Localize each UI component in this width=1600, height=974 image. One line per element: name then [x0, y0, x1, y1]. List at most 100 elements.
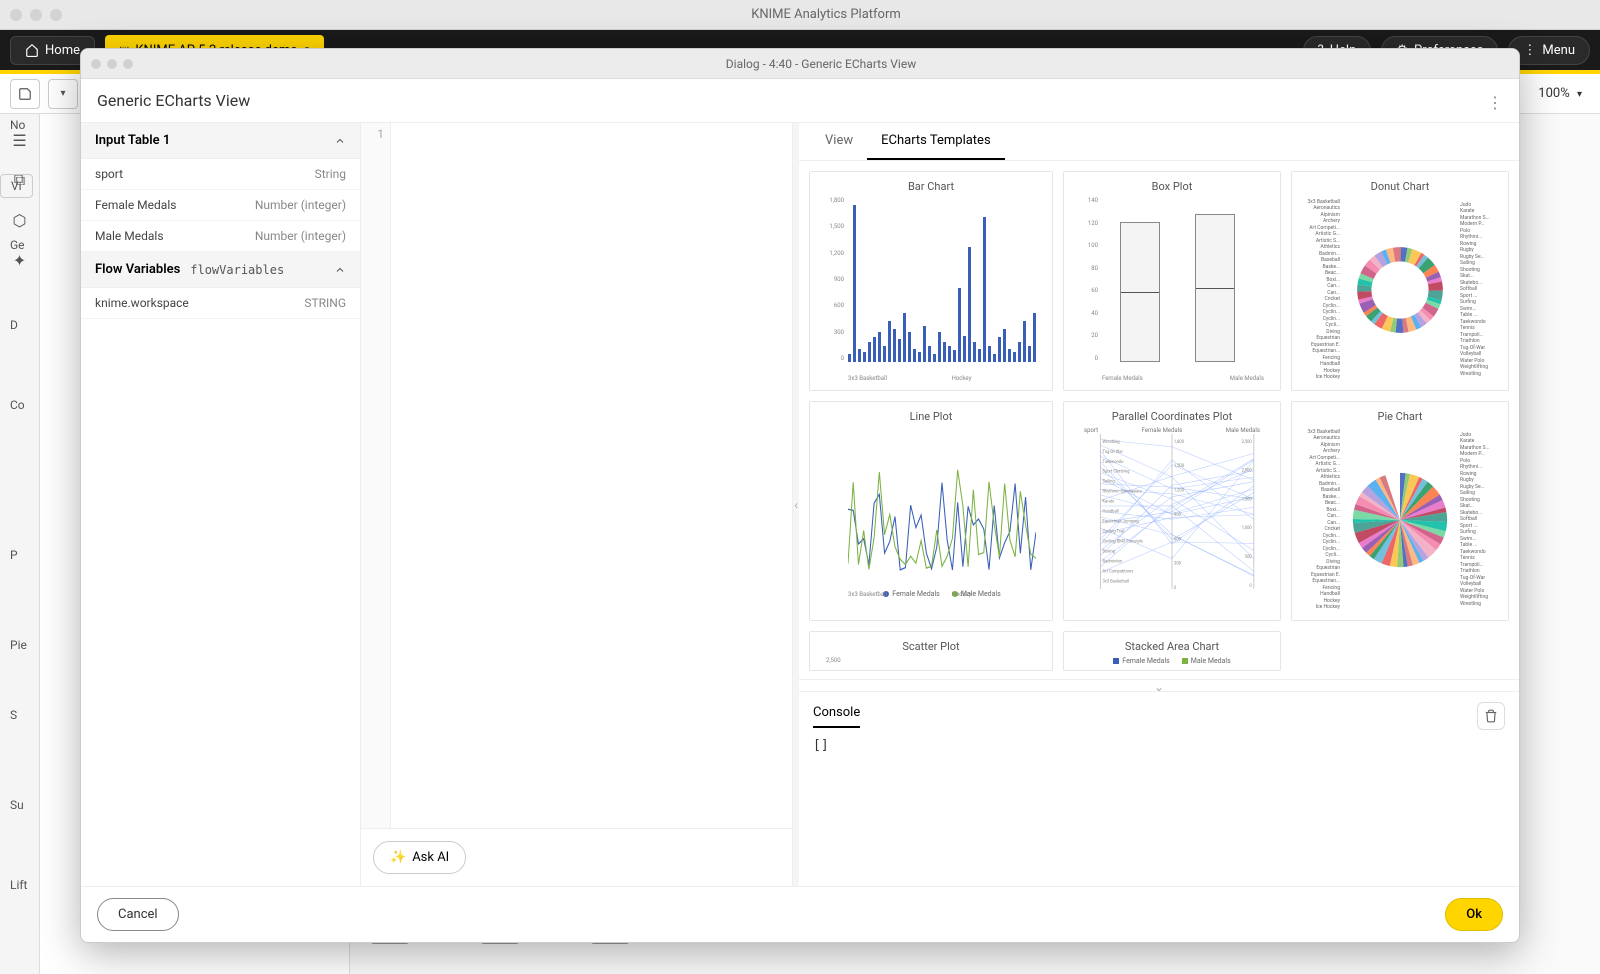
menu-icon: ⋮ — [1523, 43, 1536, 58]
chevron-up-icon — [334, 264, 346, 276]
svg-text:1,500: 1,500 — [1242, 497, 1253, 502]
tab-templates[interactable]: ECharts Templates — [867, 123, 1005, 160]
console-output: [] — [813, 730, 1505, 876]
svg-text:300: 300 — [1174, 562, 1181, 567]
svg-text:Rhythmic Gymnastics: Rhythmic Gymnastics — [1102, 490, 1141, 495]
template-box-plot[interactable]: Box Plot 140120100806040200 Female Medal… — [1063, 171, 1281, 391]
template-scatter-plot[interactable]: Scatter Plot 2,500 — [809, 631, 1053, 671]
svg-text:Karate: Karate — [1102, 500, 1115, 505]
panel-text: P — [0, 544, 28, 566]
dialog-sidebar: Input Table 1 sportStringFemale MedalsNu… — [81, 123, 361, 886]
template-donut-chart[interactable]: Donut Chart 3x3 BasketballAeronauticsAlp… — [1291, 171, 1509, 391]
ok-button[interactable]: Ok — [1445, 898, 1503, 931]
chevron-up-icon — [334, 135, 346, 147]
dialog-close-dot[interactable] — [91, 59, 101, 69]
trash-icon — [1484, 709, 1498, 723]
panel-text: D — [0, 314, 28, 336]
mac-max-dot[interactable] — [50, 9, 62, 21]
svg-text:Cycling Trail: Cycling Trail — [1102, 529, 1124, 534]
svg-text:1,500: 1,500 — [1174, 464, 1185, 469]
svg-text:900: 900 — [1174, 513, 1181, 518]
flow-variables-header[interactable]: Flow Variables flowVariables — [81, 252, 360, 288]
cancel-button[interactable]: Cancel — [97, 898, 179, 931]
code-editor-pane: 1 ✨ Ask AI — [361, 123, 793, 886]
sparkle-icon: ✨ — [390, 850, 406, 865]
panel-text: Pie — [0, 634, 37, 656]
svg-text:1,200: 1,200 — [1174, 488, 1185, 493]
svg-text:Wrestling: Wrestling — [1102, 440, 1120, 445]
mac-close-dot[interactable] — [10, 9, 22, 21]
svg-text:Cycling BMX Freestyle: Cycling BMX Freestyle — [1102, 539, 1143, 544]
panel-text: Ge — [0, 234, 35, 256]
console-pane: Console [] — [799, 691, 1519, 886]
svg-text:Handball: Handball — [1102, 509, 1118, 514]
app-title: KNIME Analytics Platform — [62, 7, 1590, 22]
echarts-dialog: Dialog - 4:40 - Generic ECharts View Gen… — [80, 48, 1520, 943]
svg-text:Sport Climbing: Sport Climbing — [1102, 470, 1129, 475]
zoom-level[interactable]: 100% ▾ — [1530, 82, 1590, 105]
panel-text: Co — [0, 394, 35, 416]
chevron-down-icon: ▾ — [1577, 89, 1582, 100]
collapse-preview-button[interactable]: ⌄ — [799, 679, 1519, 691]
menu-label: Menu — [1542, 43, 1575, 58]
field-row[interactable]: sportString — [81, 159, 360, 190]
cube-icon[interactable]: ⬡ — [4, 204, 36, 236]
clear-console-button[interactable] — [1477, 702, 1505, 730]
template-bar-chart[interactable]: Bar Chart 1,8001,5001,2009006003000 3x3 … — [809, 171, 1053, 391]
dialog-titlebar: Dialog - 4:40 - Generic ECharts View — [81, 49, 1519, 79]
code-editor[interactable]: 1 — [361, 123, 792, 828]
svg-text:3x3 Basketball: 3x3 Basketball — [1102, 579, 1129, 584]
line-gutter: 1 — [361, 123, 391, 828]
dropdown-button[interactable]: ▾ — [48, 79, 78, 109]
field-row[interactable]: Male MedalsNumber (integer) — [81, 221, 360, 252]
mac-min-dot[interactable] — [30, 9, 42, 21]
parallel-svg: Wrestling Tug-Of-War Taekwondo Sport Climbi… — [1080, 434, 1264, 589]
svg-text:Tug-Of-War: Tug-Of-War — [1102, 450, 1123, 455]
svg-text:2,500: 2,500 — [1242, 440, 1253, 445]
donut-svg — [1350, 240, 1450, 340]
tab-view[interactable]: View — [811, 123, 867, 160]
panel-text: S — [0, 704, 27, 726]
svg-text:Art Competitions: Art Competitions — [1102, 569, 1133, 574]
svg-text:1,800: 1,800 — [1174, 440, 1185, 445]
svg-text:1,000: 1,000 — [1242, 526, 1253, 531]
svg-text:Taekwondo: Taekwondo — [1102, 460, 1123, 465]
panel-text: No — [0, 114, 35, 136]
svg-text:2,000: 2,000 — [1242, 469, 1253, 474]
panel-text: Lift — [0, 874, 37, 896]
svg-text:0: 0 — [1249, 584, 1252, 589]
svg-text:600: 600 — [1174, 537, 1181, 542]
panel-text: Su — [0, 794, 34, 816]
svg-text:Boxing: Boxing — [1102, 549, 1115, 554]
input-table-header[interactable]: Input Table 1 — [81, 123, 360, 159]
save-button[interactable] — [10, 79, 40, 109]
template-stacked-area[interactable]: Stacked Area Chart Female Medals Male Me… — [1063, 631, 1281, 671]
dialog-heading: Generic ECharts View — [97, 91, 250, 110]
field-row[interactable]: knime.workspaceSTRING — [81, 288, 360, 319]
pie-svg — [1345, 465, 1455, 575]
svg-text:Equestrian Jumping: Equestrian Jumping — [1102, 519, 1139, 524]
field-row[interactable]: Female MedalsNumber (integer) — [81, 190, 360, 221]
dialog-max-dot[interactable] — [123, 59, 133, 69]
template-parallel-coordinates[interactable]: Parallel Coordinates Plot sport Female M… — [1063, 401, 1281, 621]
svg-text:Badminton: Badminton — [1102, 559, 1122, 564]
panel-text: Vi — [0, 174, 33, 198]
kebab-menu-icon[interactable]: ⋮ — [1487, 93, 1503, 109]
code-text[interactable] — [391, 123, 792, 828]
svg-text:500: 500 — [1245, 555, 1252, 560]
line-svg — [848, 427, 1036, 584]
svg-text:0: 0 — [1174, 586, 1177, 589]
home-label: Home — [45, 43, 80, 58]
dialog-min-dot[interactable] — [107, 59, 117, 69]
ask-ai-button[interactable]: ✨ Ask AI — [373, 841, 466, 874]
preview-pane: View ECharts Templates Bar Chart 1,8001,… — [799, 123, 1519, 886]
template-pie-chart[interactable]: Pie Chart 3x3 BasketballAeronauticsAlpin… — [1291, 401, 1509, 621]
home-icon — [25, 43, 39, 57]
template-line-plot[interactable]: Line Plot 3x3 Basketball Hockey — [809, 401, 1053, 621]
chevron-down-icon: ▾ — [60, 88, 65, 99]
main-titlebar: KNIME Analytics Platform — [0, 0, 1600, 30]
svg-text:Sailing: Sailing — [1102, 480, 1115, 485]
save-icon — [18, 87, 32, 101]
menu-button[interactable]: ⋮ Menu — [1508, 36, 1590, 65]
console-tab[interactable]: Console — [813, 705, 860, 728]
